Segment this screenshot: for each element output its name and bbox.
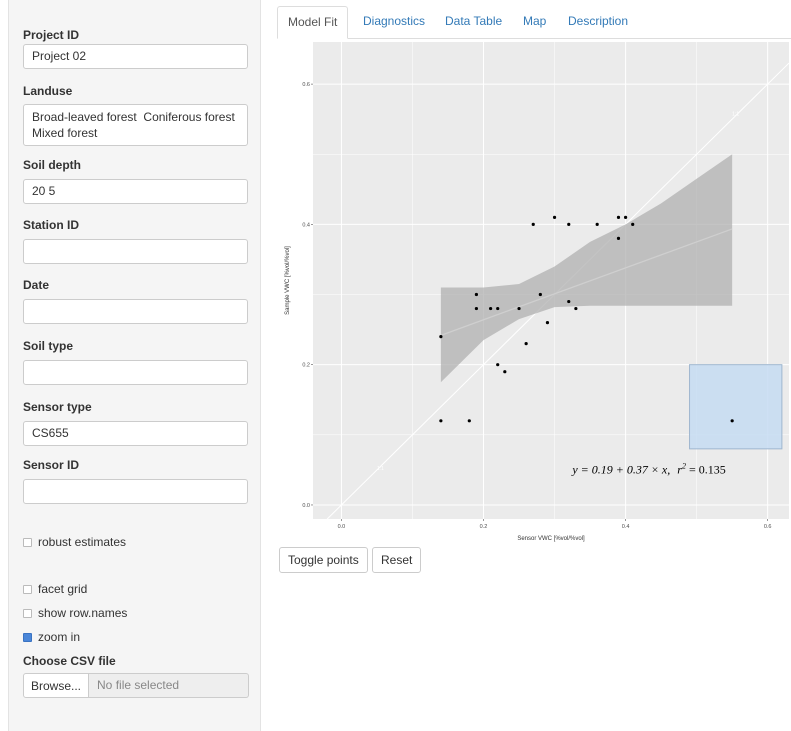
soil-depth-select[interactable]: 20 5 bbox=[23, 179, 248, 204]
data-point[interactable] bbox=[503, 370, 507, 374]
project-id-label: Project ID bbox=[23, 28, 80, 42]
reset-button[interactable]: Reset bbox=[372, 547, 422, 573]
file-input[interactable]: Browse... No file selected bbox=[23, 673, 249, 698]
data-point[interactable] bbox=[567, 222, 571, 226]
soil-type-label: Soil type bbox=[23, 339, 74, 353]
checkbox-box[interactable] bbox=[23, 584, 32, 594]
file-status-text: No file selected bbox=[89, 673, 249, 698]
tab-map[interactable]: Map bbox=[513, 6, 556, 37]
data-point[interactable] bbox=[439, 419, 443, 423]
data-point[interactable] bbox=[730, 419, 734, 423]
one-to-one-label: 1:1 bbox=[732, 112, 739, 118]
landuse-label: Landuse bbox=[23, 84, 73, 98]
date-input[interactable] bbox=[23, 299, 248, 324]
zoom-in-checkbox[interactable]: zoom in bbox=[23, 630, 80, 644]
y-tick-label: 0.6 bbox=[302, 82, 310, 88]
facet-grid-label: facet grid bbox=[38, 582, 88, 596]
sensor-type-select[interactable]: CS655 bbox=[23, 421, 248, 446]
facet-grid-checkbox[interactable]: facet grid bbox=[23, 582, 87, 596]
x-tick-label: 0.2 bbox=[480, 524, 488, 530]
browse-button[interactable]: Browse... bbox=[23, 673, 90, 698]
regression-equation: y = 0.19 + 0.37 × x, r2 = 0.135 bbox=[571, 461, 725, 476]
show-row-names-checkbox[interactable]: show row.names bbox=[23, 606, 127, 620]
brush-selection[interactable] bbox=[689, 364, 783, 450]
robust-estimates-checkbox[interactable]: robust estimates bbox=[23, 535, 126, 549]
data-point[interactable] bbox=[439, 335, 443, 339]
y-tick-label: 0.4 bbox=[302, 222, 310, 228]
soil-depth-label: Soil depth bbox=[23, 158, 81, 172]
equation-text: y = 0.19 + 0.37 × x, bbox=[571, 462, 670, 476]
data-point[interactable] bbox=[496, 306, 500, 311]
y-tick-label: 0.0 bbox=[302, 503, 310, 509]
zoom-in-label: zoom in bbox=[38, 630, 81, 644]
tab-data-table[interactable]: Data Table bbox=[435, 6, 512, 37]
y-axis-label: Sample VWC [%vol/%vol] bbox=[285, 246, 291, 315]
checkbox-box-checked[interactable] bbox=[23, 632, 32, 642]
data-point[interactable] bbox=[489, 306, 493, 311]
data-point[interactable] bbox=[467, 419, 471, 423]
date-label: Date bbox=[23, 278, 50, 292]
one-to-one-label: 1:1 bbox=[377, 466, 384, 472]
landuse-tag[interactable]: Broad-leaved forest bbox=[32, 110, 137, 124]
toggle-points-button[interactable]: Toggle points bbox=[279, 547, 368, 573]
sidebar-panel: Project ID Project 02 Landuse Broad-leav… bbox=[8, 0, 261, 731]
tab-bar: Model Fit Diagnostics Data Table Map Des… bbox=[277, 6, 791, 39]
data-point[interactable] bbox=[616, 215, 621, 219]
data-point[interactable] bbox=[474, 292, 479, 297]
tab-model-fit[interactable]: Model Fit bbox=[277, 6, 349, 39]
tab-description[interactable]: Description bbox=[558, 6, 638, 37]
x-axis-label: Sensor VWC [%vol/%vol] bbox=[517, 536, 585, 542]
checkbox-box[interactable] bbox=[23, 537, 32, 547]
landuse-tag[interactable]: Coniferous forest bbox=[143, 110, 234, 124]
brush-rectangle[interactable] bbox=[689, 364, 783, 450]
landuse-select[interactable]: Broad-leaved forest Coniferous forest Mi… bbox=[23, 104, 248, 146]
model-fit-plot[interactable]: 1:1 1:1 0.0 0.2 0.4 0.6 0.0 0.2 0.4 0.6 Sensor V… bbox=[277, 40, 791, 545]
landuse-tag[interactable]: Mixed forest bbox=[32, 126, 97, 140]
data-point[interactable] bbox=[616, 236, 621, 241]
sensor-type-label: Sensor type bbox=[23, 400, 92, 414]
data-point[interactable] bbox=[595, 222, 599, 226]
choose-csv-label: Choose CSV file bbox=[23, 654, 116, 668]
data-point[interactable] bbox=[531, 222, 535, 226]
data-point[interactable] bbox=[524, 342, 528, 346]
data-point[interactable] bbox=[567, 299, 571, 304]
data-point[interactable] bbox=[517, 306, 521, 311]
x-tick-label: 0.4 bbox=[622, 524, 630, 530]
data-point[interactable] bbox=[538, 292, 542, 297]
sensor-id-input[interactable] bbox=[23, 479, 248, 504]
data-point[interactable] bbox=[623, 215, 628, 219]
soil-type-input[interactable] bbox=[23, 360, 248, 385]
station-id-label: Station ID bbox=[23, 218, 79, 232]
data-point[interactable] bbox=[631, 222, 635, 226]
x-tick-label: 0.6 bbox=[764, 524, 772, 530]
x-tick-label: 0.0 bbox=[338, 524, 346, 530]
robust-estimates-label: robust estimates bbox=[38, 535, 127, 549]
r2-value: = 0.135 bbox=[686, 462, 726, 476]
station-id-input[interactable] bbox=[23, 239, 248, 264]
data-point[interactable] bbox=[496, 363, 500, 367]
sensor-id-label: Sensor ID bbox=[23, 458, 80, 472]
y-tick-label: 0.2 bbox=[302, 363, 310, 369]
tab-diagnostics[interactable]: Diagnostics bbox=[353, 6, 435, 37]
checkbox-box[interactable] bbox=[23, 608, 32, 618]
data-point[interactable] bbox=[474, 306, 479, 311]
show-row-names-label: show row.names bbox=[38, 606, 128, 620]
data-point[interactable] bbox=[574, 306, 578, 311]
data-point[interactable] bbox=[545, 320, 550, 325]
data-point[interactable] bbox=[552, 215, 557, 219]
project-id-input[interactable]: Project 02 bbox=[23, 44, 248, 69]
